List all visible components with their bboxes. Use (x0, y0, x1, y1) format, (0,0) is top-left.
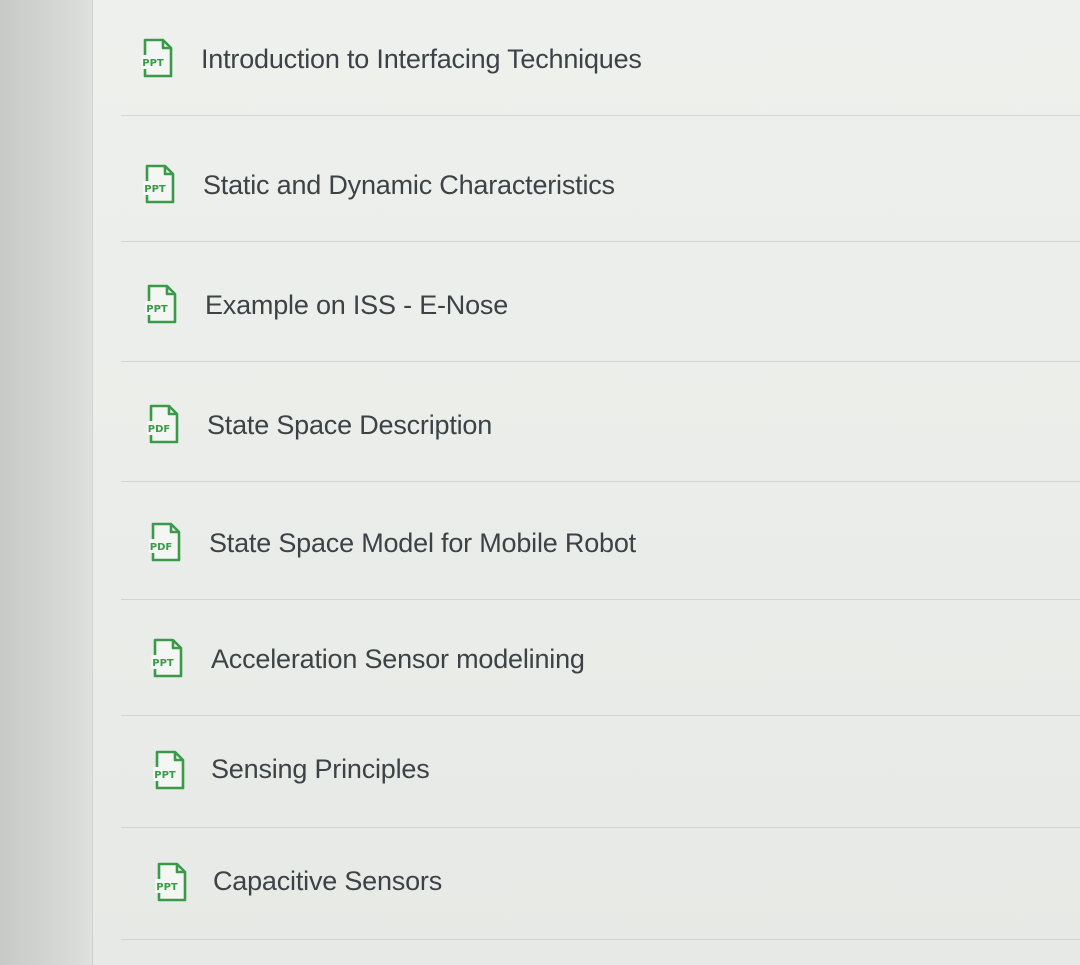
ppt-file-icon: PPT (151, 638, 185, 678)
material-title[interactable]: State Space Description (207, 410, 492, 441)
file-type-badge: PPT (156, 882, 178, 893)
list-item[interactable]: PPT Acceleration Sensor modelining (93, 600, 1080, 716)
material-title[interactable]: Static and Dynamic Characteristics (203, 170, 615, 201)
material-title[interactable]: State Space Model for Mobile Robot (209, 528, 636, 559)
material-title[interactable]: Sensing Principles (211, 754, 430, 785)
file-type-badge: PDF (150, 542, 172, 553)
file-type-badge: PPT (144, 184, 166, 195)
row-divider (121, 241, 1080, 242)
file-type-badge: PPT (154, 770, 176, 781)
list-item[interactable]: PPT Capacitive Sensors (93, 824, 1080, 940)
file-type-badge: PPT (142, 58, 164, 69)
row-divider (121, 939, 1080, 940)
ppt-file-icon: PPT (153, 750, 187, 790)
row-divider (121, 361, 1080, 362)
file-type-badge: PPT (152, 658, 174, 669)
left-margin (0, 0, 92, 965)
list-item[interactable]: PDF State Space Description (93, 366, 1080, 482)
material-title[interactable]: Introduction to Interfacing Techniques (201, 44, 642, 75)
ppt-file-icon: PPT (141, 38, 175, 78)
file-type-badge: PDF (148, 424, 170, 435)
list-item[interactable]: PPT Example on ISS - E-Nose (93, 246, 1080, 362)
course-materials-panel: PPT Introduction to Interfacing Techniqu… (92, 0, 1080, 965)
list-item[interactable]: PDF State Space Model for Mobile Robot (93, 484, 1080, 600)
list-item[interactable]: PPT Sensing Principles (93, 712, 1080, 828)
pdf-file-icon: PDF (149, 522, 183, 562)
material-title[interactable]: Acceleration Sensor modelining (211, 644, 585, 675)
row-divider (121, 115, 1080, 116)
pdf-file-icon: PDF (147, 404, 181, 444)
list-item[interactable]: PPT Introduction to Interfacing Techniqu… (93, 0, 1080, 116)
list-item[interactable]: PPT Static and Dynamic Characteristics (93, 126, 1080, 242)
material-title[interactable]: Example on ISS - E-Nose (205, 290, 508, 321)
file-type-badge: PPT (146, 304, 168, 315)
ppt-file-icon: PPT (155, 862, 189, 902)
ppt-file-icon: PPT (145, 284, 179, 324)
material-title[interactable]: Capacitive Sensors (213, 866, 442, 897)
row-divider (121, 481, 1080, 482)
ppt-file-icon: PPT (143, 164, 177, 204)
